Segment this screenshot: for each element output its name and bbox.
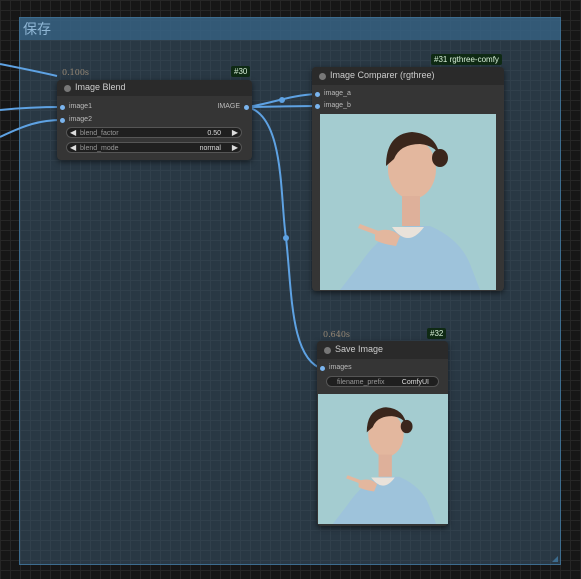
arrow-left-icon[interactable]: ◀ (70, 143, 76, 153)
input-label-image2: image2 (69, 116, 92, 123)
input-slot-images[interactable] (320, 366, 325, 371)
blend-factor-value: 0.50 (207, 130, 221, 137)
blend-node-badge: #30 (231, 66, 251, 77)
comparer-node-badge: #31 rgthree-comfy (431, 54, 502, 65)
save-node-title: Save Image (335, 344, 384, 354)
blend-mode-value: normal (199, 145, 221, 152)
arrow-left-icon[interactable]: ◀ (70, 128, 76, 138)
save-image-node[interactable]: Save Image images filename_prefix ComfyU… (317, 341, 448, 526)
node-status-dot-icon[interactable] (324, 347, 331, 354)
output-label-image: IMAGE (217, 103, 240, 110)
image-blend-node[interactable]: Image Blend image1 image2 IMAGE ◀ blend_… (57, 80, 252, 160)
link-image1 (0, 106, 63, 111)
filename-prefix-label: filename_prefix (337, 379, 385, 386)
save-exec-time: 0.640s (323, 330, 351, 339)
input-label-image-b: image_b (324, 102, 351, 109)
link-midpoint-dot (283, 235, 289, 241)
image-comparer-node[interactable]: Image Comparer (rgthree) image_a image_b (312, 67, 504, 291)
arrow-right-icon[interactable]: ▶ (232, 143, 238, 153)
comparer-preview-image[interactable] (320, 114, 496, 290)
blend-mode-label: blend_mode (80, 145, 119, 152)
input-slot-image-b[interactable] (315, 104, 320, 109)
input-slot-image1[interactable] (60, 105, 65, 110)
blend-node-title: Image Blend (75, 82, 126, 92)
graph-canvas[interactable]: 保存 0.100s #30 Image Blend image1 image2 … (0, 0, 581, 579)
blend-factor-label: blend_factor (80, 130, 119, 137)
input-label-image-a: image_a (324, 90, 351, 97)
blend-factor-widget[interactable]: ◀ blend_factor 0.50 ▶ (66, 127, 242, 138)
output-slot-image[interactable] (244, 105, 249, 110)
save-node-title-bar[interactable]: Save Image (317, 341, 448, 359)
link-image2 (0, 119, 63, 138)
input-slot-image2[interactable] (60, 118, 65, 123)
node-status-dot-icon[interactable] (64, 85, 71, 92)
woman-photo-illustration (318, 394, 448, 524)
woman-photo-illustration (320, 114, 496, 290)
link-to-image-b (246, 105, 318, 108)
blend-node-title-bar[interactable]: Image Blend (57, 80, 252, 96)
arrow-right-icon[interactable]: ▶ (232, 128, 238, 138)
input-slot-image-a[interactable] (315, 92, 320, 97)
link-offscreen-a (0, 63, 58, 77)
comparer-node-title-bar[interactable]: Image Comparer (rgthree) (312, 67, 504, 85)
save-node-badge: #32 (427, 328, 447, 339)
save-preview-image[interactable] (318, 394, 448, 524)
node-status-dot-icon[interactable] (319, 73, 326, 80)
filename-prefix-widget[interactable]: filename_prefix ComfyUI (326, 376, 439, 387)
link-reroute-dot (279, 97, 285, 103)
input-label-images: images (329, 364, 352, 371)
comparer-node-title: Image Comparer (rgthree) (330, 70, 435, 80)
blend-mode-widget[interactable]: ◀ blend_mode normal ▶ (66, 142, 242, 153)
input-label-image1: image1 (69, 103, 92, 110)
filename-prefix-value: ComfyUI (401, 379, 429, 386)
blend-exec-time: 0.100s (62, 68, 90, 77)
